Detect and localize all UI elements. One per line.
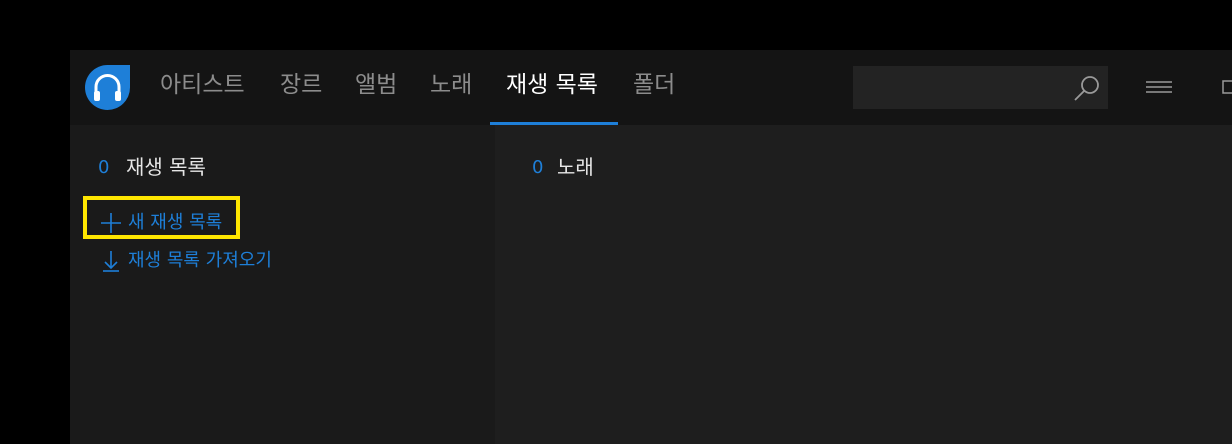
import-playlist-label: 재생 목록 가져오기 <box>128 250 272 271</box>
headphones-logo-icon[interactable] <box>85 65 130 110</box>
tab-albums[interactable]: 앨범 <box>355 70 397 100</box>
tab-artists[interactable]: 아티스트 <box>160 70 245 100</box>
songs-section-title: 노래 <box>557 155 594 179</box>
hamburger-menu-icon[interactable] <box>1144 75 1174 99</box>
download-arrow-icon <box>103 251 119 272</box>
tab-songs[interactable]: 노래 <box>430 70 472 100</box>
tab-folders[interactable]: 폴더 <box>633 70 675 100</box>
tab-genres[interactable]: 장르 <box>280 70 322 100</box>
top-navigation-bar: 아티스트 장르 앨범 노래 재생 목록 폴더 <box>70 50 1232 125</box>
songs-pane: 0 노래 <box>495 125 1232 444</box>
window-button-icon[interactable] <box>1220 75 1232 99</box>
tab-playlists[interactable]: 재생 목록 <box>506 70 598 100</box>
search-input[interactable] <box>853 66 1108 109</box>
import-playlist-button[interactable]: 재생 목록 가져오기 <box>100 247 300 275</box>
playlist-pane: 0 재생 목록 새 재생 목록 재생 목록 가져오기 <box>70 125 495 444</box>
playlist-section-title: 재생 목록 <box>126 155 206 179</box>
search-icon[interactable] <box>1072 73 1102 103</box>
song-count: 0 <box>532 157 544 178</box>
playlist-count: 0 <box>98 157 110 178</box>
music-app-window: 아티스트 장르 앨범 노래 재생 목록 폴더 0 재생 목록 새 재생 목록 재… <box>70 50 1232 444</box>
new-playlist-highlight <box>83 196 240 239</box>
